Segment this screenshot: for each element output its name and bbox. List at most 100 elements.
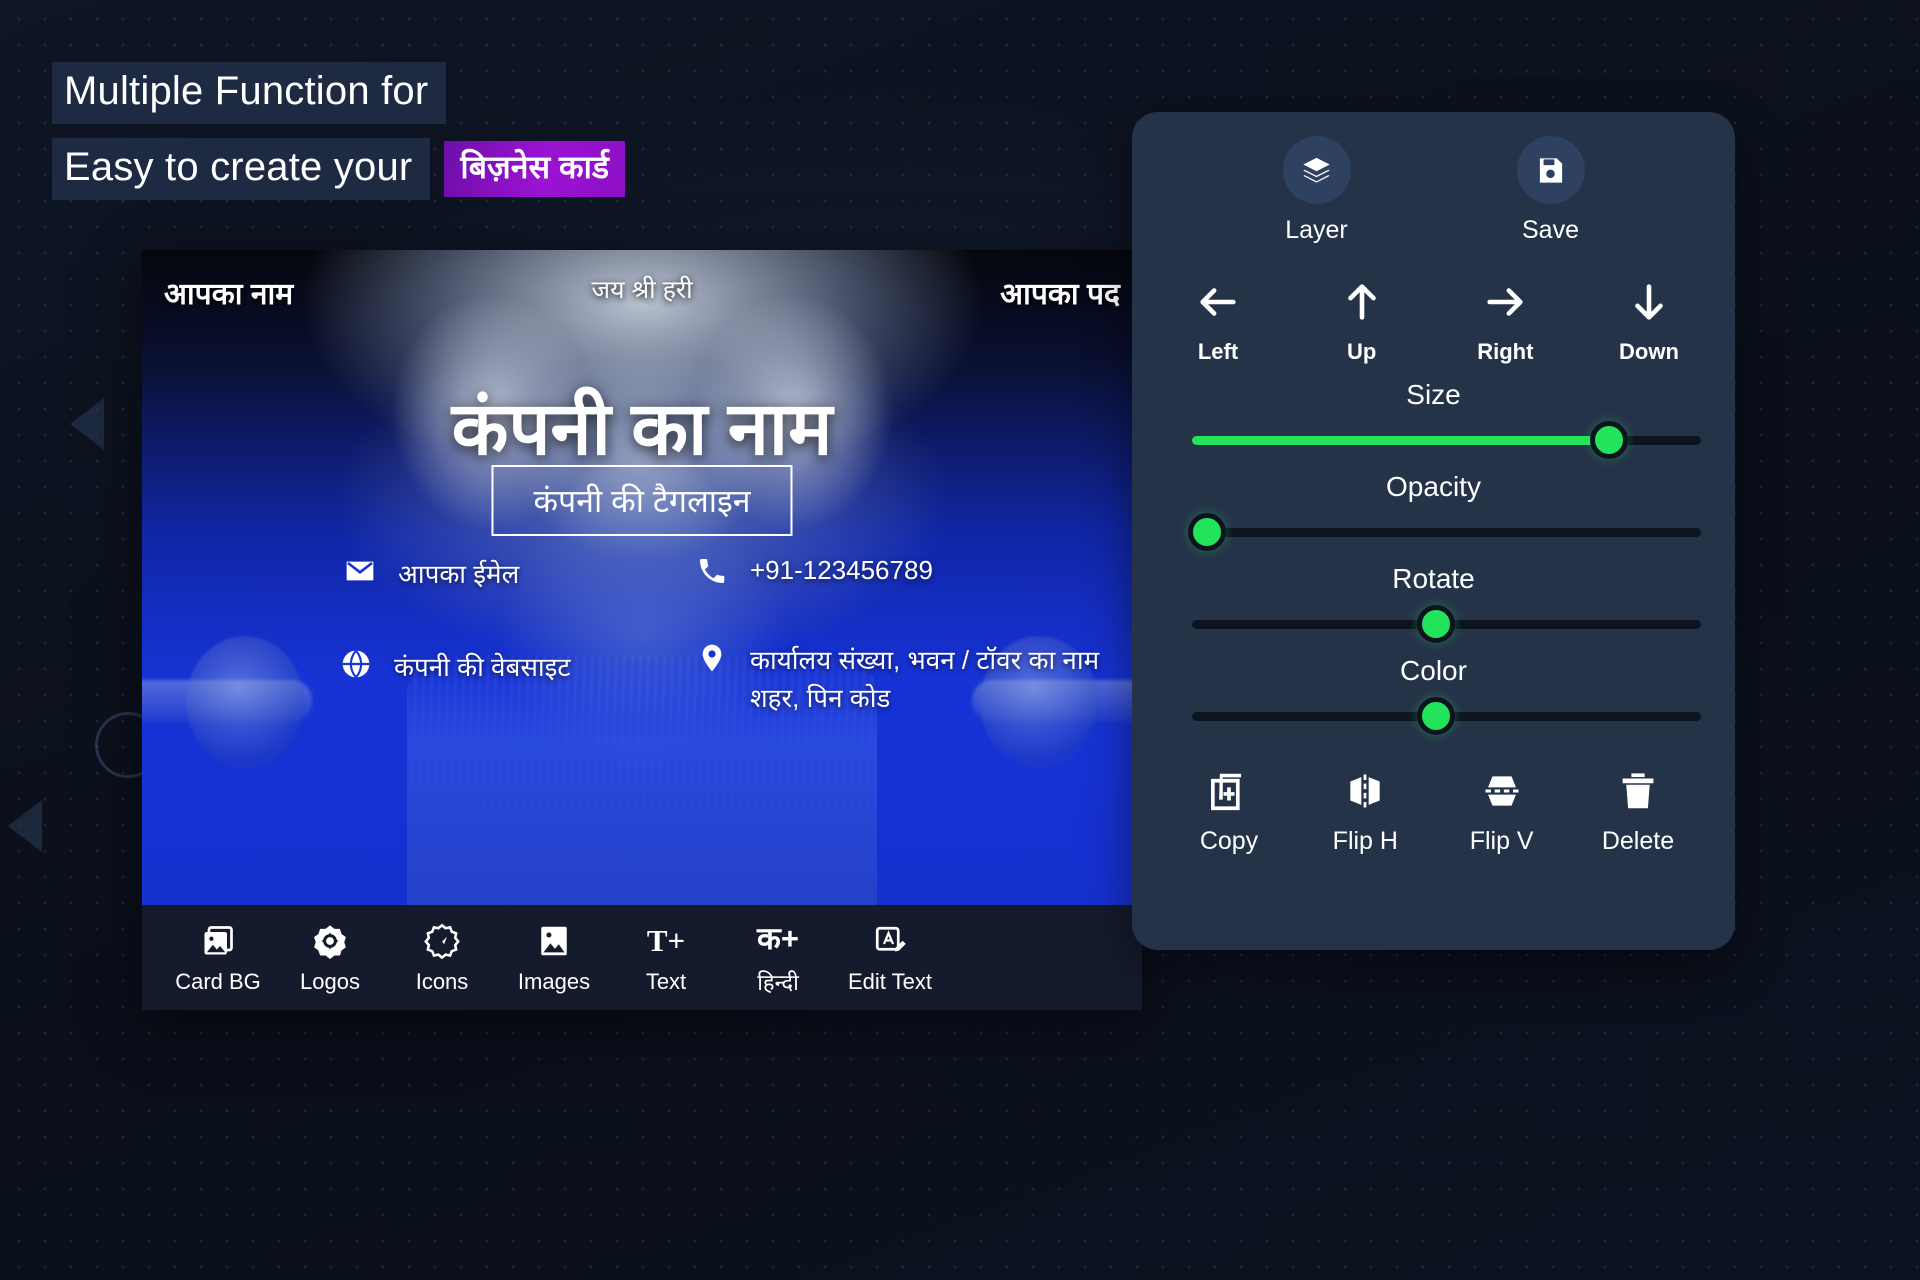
toolbar-label: Text <box>645 968 687 994</box>
business-card-preview[interactable]: आपका नाम जय श्री हरी आपका पद कंपनी का ना… <box>142 250 1142 1010</box>
delete-label: Delete <box>1601 827 1675 855</box>
opacity-slider-label: Opacity <box>1386 471 1481 502</box>
move-up-label: Up <box>1346 339 1377 364</box>
move-down-label: Down <box>1619 339 1679 364</box>
card-field-tagline[interactable]: कंपनी की टैगलाइन <box>491 465 793 536</box>
flip-v-button[interactable]: Flip V <box>1443 769 1561 856</box>
flip-v-label: Flip V <box>1469 827 1534 855</box>
picture-icon <box>536 921 572 961</box>
move-left-button[interactable]: Left <box>1172 279 1264 365</box>
save-button[interactable]: Save <box>1516 136 1585 245</box>
move-up-button[interactable]: Up <box>1316 279 1408 365</box>
layers-icon <box>1282 136 1351 204</box>
tool-panel[interactable]: Layer Save Left Up Right Down Size Opaci… <box>1132 112 1735 950</box>
card-field-phone[interactable]: +91-123456789 <box>694 555 933 587</box>
move-down-button[interactable]: Down <box>1603 279 1695 365</box>
toolbar-item-images[interactable]: Images <box>498 921 610 995</box>
copy-label: Copy <box>1199 827 1259 855</box>
headline-line-2: Easy to create your <box>52 138 431 200</box>
headline-row-2: Easy to create your बिज़नेस कार्ड <box>52 138 625 200</box>
card-field-slogan[interactable]: जय श्री हरी <box>591 272 692 306</box>
opacity-slider-track[interactable] <box>1192 527 1701 537</box>
panel-arrow-row: Left Up Right Down <box>1172 279 1695 365</box>
color-slider-thumb[interactable] <box>1417 697 1456 735</box>
panel-top-row: Layer Save <box>1166 136 1701 245</box>
envelope-icon <box>342 555 378 587</box>
location-pin-icon <box>694 642 730 674</box>
toolbar-label: Edit Text <box>848 968 932 994</box>
image-stack-icon <box>200 921 236 961</box>
card-field-company[interactable]: कंपनी का नाम <box>452 375 833 476</box>
rotate-slider-block: Rotate <box>1166 563 1701 643</box>
flip-horizontal-icon <box>1350 774 1380 808</box>
hindi-add-glyph: क+ <box>757 921 799 956</box>
opacity-slider[interactable] <box>1166 513 1701 551</box>
arrow-down-icon <box>1635 284 1663 320</box>
delete-button[interactable]: Delete <box>1579 769 1697 856</box>
headline-line-1: Multiple Function for <box>52 62 447 124</box>
card-field-website[interactable]: कंपनी की वेबसाइट <box>338 648 571 684</box>
flip-vertical-icon <box>1485 776 1519 806</box>
move-right-button[interactable]: Right <box>1459 279 1551 365</box>
toolbar-label: Card BG <box>175 968 261 994</box>
move-right-label: Right <box>1477 339 1534 364</box>
card-email-text: आपका ईमेल <box>398 559 520 589</box>
card-field-name[interactable]: आपका नाम <box>164 272 293 313</box>
phone-icon <box>694 555 730 587</box>
color-slider-block: Color <box>1166 655 1701 735</box>
card-website-text: कंपनी की वेबसाइट <box>394 652 571 682</box>
rotate-slider-label: Rotate <box>1392 563 1475 594</box>
toolbar-item-logos[interactable]: Logos <box>274 921 386 995</box>
card-field-designation[interactable]: आपका पद <box>1000 272 1120 313</box>
flip-h-label: Flip H <box>1332 827 1398 855</box>
card-address-line-2: शहर, पिन कोड <box>750 682 891 713</box>
move-left-label: Left <box>1197 339 1239 364</box>
arrow-up-icon <box>1347 284 1376 320</box>
floppy-save-icon <box>1516 136 1585 204</box>
card-editor-toolbar[interactable]: Card BG Logos Icons Images T+ Text क+ हि… <box>142 905 1142 1010</box>
panel-action-row: Copy Flip H Flip V Delete <box>1166 769 1701 856</box>
toolbar-label: Logos <box>300 968 360 994</box>
headline-badge: बिज़नेस कार्ड <box>444 141 625 197</box>
edit-text-icon <box>872 921 908 961</box>
opacity-slider-block: Opacity <box>1166 471 1701 551</box>
card-field-address[interactable]: कार्यालय संख्या, भवन / टॉवर का नाम शहर, … <box>694 642 1099 717</box>
rotate-slider[interactable] <box>1166 605 1701 643</box>
toolbar-label: Icons <box>415 968 469 994</box>
rotate-slider-thumb[interactable] <box>1417 605 1456 643</box>
size-slider-fill <box>1192 435 1610 445</box>
globe-icon <box>338 648 374 680</box>
toolbar-label: Images <box>517 968 591 994</box>
headline-row-1: Multiple Function for <box>52 62 625 124</box>
size-slider-block: Size <box>1166 379 1701 459</box>
card-address-line-1: कार्यालय संख्या, भवन / टॉवर का नाम <box>750 645 1100 675</box>
card-canvas[interactable]: आपका नाम जय श्री हरी आपका पद कंपनी का ना… <box>142 250 1142 905</box>
size-slider-thumb[interactable] <box>1590 421 1629 459</box>
size-slider-label: Size <box>1406 379 1461 410</box>
card-photo-plate-left <box>186 636 304 768</box>
opacity-slider-thumb[interactable] <box>1188 513 1227 551</box>
toolbar-label: हिन्दी <box>757 969 799 995</box>
card-address-block: कार्यालय संख्या, भवन / टॉवर का नाम शहर, … <box>750 642 1099 717</box>
logo-badge-icon <box>312 921 348 961</box>
hindi-add-icon: क+ <box>757 919 799 959</box>
size-slider[interactable] <box>1166 421 1701 459</box>
color-slider[interactable] <box>1166 697 1701 735</box>
layer-button[interactable]: Layer <box>1282 136 1351 245</box>
toolbar-item-icons[interactable]: Icons <box>386 921 498 995</box>
copy-button[interactable]: Copy <box>1170 769 1288 856</box>
arrow-right-icon <box>1487 288 1523 316</box>
layer-label: Layer <box>1285 216 1348 244</box>
toolbar-item-card-bg[interactable]: Card BG <box>162 921 274 995</box>
copy-icon <box>1211 773 1242 811</box>
arrow-left-icon <box>1200 288 1236 316</box>
card-phone-text: +91-123456789 <box>750 555 933 585</box>
card-field-email[interactable]: आपका ईमेल <box>342 555 519 591</box>
toolbar-item-hindi[interactable]: क+ हिन्दी <box>722 919 834 997</box>
trash-icon <box>1622 773 1654 809</box>
color-slider-label: Color <box>1400 655 1467 686</box>
toolbar-item-edit-text[interactable]: Edit Text <box>834 921 946 995</box>
star-burst-icon <box>424 921 460 961</box>
flip-h-button[interactable]: Flip H <box>1306 769 1424 856</box>
toolbar-item-text[interactable]: T+ Text <box>610 921 722 995</box>
